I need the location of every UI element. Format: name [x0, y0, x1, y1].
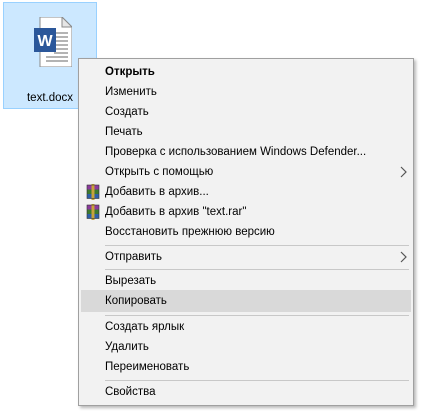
chevron-right-icon [400, 166, 407, 178]
menu-item-new[interactable]: Создать [81, 101, 411, 123]
menu-item-add-to-archive-label: Добавить в архив... [105, 186, 209, 198]
menu-item-add-to-text-rar-label: Добавить в архив "text.rar" [105, 206, 247, 218]
chevron-right-icon [400, 251, 407, 263]
menu-item-add-to-archive[interactable]: Добавить в архив... [81, 181, 411, 203]
winrar-icon [86, 204, 100, 220]
menu-item-rename[interactable]: Переименовать [81, 356, 411, 378]
menu-item-scan-defender[interactable]: Проверка с использованием Windows Defend… [81, 141, 411, 163]
menu-item-cut[interactable]: Вырезать [81, 270, 411, 292]
menu-item-add-to-text-rar[interactable]: Добавить в архив "text.rar" [81, 201, 411, 223]
context-menu: Открыть Изменить Создать Печать Проверка… [78, 58, 414, 406]
menu-item-open[interactable]: Открыть [81, 61, 411, 83]
svg-text:W: W [37, 33, 53, 50]
menu-item-edit[interactable]: Изменить [81, 81, 411, 103]
menu-item-send-to[interactable]: Отправить [81, 246, 411, 268]
menu-item-create-shortcut[interactable]: Создать ярлык [81, 316, 411, 338]
menu-item-print[interactable]: Печать [81, 121, 411, 143]
winrar-icon [86, 184, 100, 200]
menu-item-send-to-label: Отправить [105, 251, 163, 263]
word-document-icon: W [34, 17, 72, 67]
menu-item-open-with-label: Открыть с помощью [105, 166, 214, 178]
menu-item-restore-previous-version[interactable]: Восстановить прежнюю версию [81, 221, 411, 243]
menu-item-copy[interactable]: Копировать [81, 290, 411, 312]
menu-item-open-with[interactable]: Открыть с помощью [81, 161, 411, 183]
menu-item-delete[interactable]: Удалить [81, 336, 411, 358]
menu-item-properties[interactable]: Свойства [81, 381, 411, 403]
